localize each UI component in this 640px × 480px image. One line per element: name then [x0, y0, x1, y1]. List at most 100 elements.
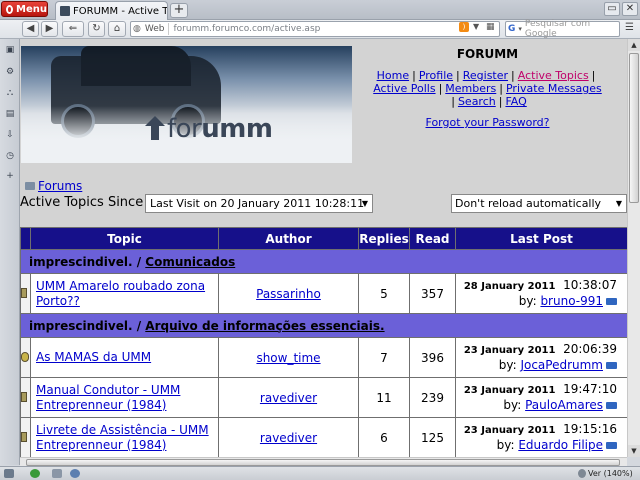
topic-status-cell: [20, 377, 31, 418]
bookmarks-icon[interactable]: ▣: [5, 45, 15, 55]
forum-title: FORUMM: [456, 47, 519, 61]
vertical-scroll-thumb[interactable]: [629, 53, 639, 203]
opera-menu-button[interactable]: Menu: [1, 1, 48, 17]
panel-toggle-icon[interactable]: ☰: [625, 22, 638, 36]
read-cell: 125: [409, 417, 456, 457]
downloads-icon[interactable]: ⇩: [5, 130, 15, 140]
side-panel-bar: ▣ ⚙ ⛬ ▤ ⇩ ◷ +: [0, 39, 20, 465]
topic-link[interactable]: UMM Amarelo roubado zona Porto??: [36, 279, 205, 308]
author-link[interactable]: ravediver: [260, 391, 317, 405]
back-button[interactable]: ◀: [22, 21, 39, 37]
address-toolbar: ◀ ▶ ⇐ ↻ ⌂ ◍ Web forumm.forumco.com/activ…: [0, 19, 640, 39]
replies-cell: 11: [358, 377, 410, 418]
add-panel-icon[interactable]: +: [5, 171, 15, 181]
page-content: forumm FORUMM Home | Profile | Register | Acti…: [20, 39, 627, 457]
chevron-down-icon: ▼: [615, 199, 622, 208]
go-to-last-post-icon[interactable]: [606, 442, 617, 449]
chevron-down-icon: ▼: [361, 199, 368, 208]
last-post-time: 20:06:39: [563, 342, 617, 356]
address-separator: [168, 23, 170, 35]
topic-cell: UMM Amarelo roubado zona Porto??: [30, 273, 219, 314]
topic-folder-icon: [21, 392, 27, 402]
topic-folder-icon: [21, 288, 27, 298]
notes-icon[interactable]: ▤: [5, 109, 15, 119]
forward-button[interactable]: ▶: [41, 21, 58, 37]
turbo-icon[interactable]: [30, 469, 40, 478]
speed-dial-icon[interactable]: ▦: [486, 22, 495, 32]
forgot-password-link[interactable]: Forgot your Password?: [426, 116, 550, 129]
scroll-up-icon[interactable]: ▲: [628, 39, 640, 51]
unite-icon[interactable]: ⛬: [5, 88, 15, 98]
nav-row-3: | Search | FAQ: [451, 95, 527, 108]
topic-status-cell: [20, 417, 31, 457]
nav-row-1: Home | Profile | Register | Active Topics |: [376, 69, 596, 82]
last-poster-link[interactable]: PauloAmares: [525, 398, 603, 412]
topic-link[interactable]: Livrete de Assistência - UMM Entreprenne…: [36, 423, 209, 452]
nav-faq-link[interactable]: FAQ: [505, 95, 526, 108]
go-to-last-post-icon[interactable]: [606, 362, 617, 369]
forum-link[interactable]: Arquivo de informações essenciais.: [145, 319, 384, 333]
widgets-icon[interactable]: ⚙: [5, 67, 15, 77]
auto-reload-value: Don't reload automatically: [455, 197, 602, 210]
table-row: UMM Amarelo roubado zona Porto?? Passarin…: [20, 273, 627, 314]
author-cell: Passarinho: [218, 273, 359, 314]
horizontal-scrollbar[interactable]: [20, 457, 627, 466]
author-cell: ravediver: [218, 377, 359, 418]
tab-forumm[interactable]: FORUMM - Active Top... ×: [55, 1, 168, 20]
author-cell: show_time: [218, 337, 359, 378]
panel-toggle-status-icon[interactable]: [4, 469, 14, 478]
last-post-cell: 28 January 2011 10:38:07 by: bruno-991: [455, 273, 627, 314]
vertical-scrollbar[interactable]: ▲ ▼: [627, 39, 640, 457]
topic-link[interactable]: Manual Condutor - UMM Entreprenneur (198…: [36, 383, 180, 412]
last-poster-link[interactable]: bruno-991: [540, 294, 603, 308]
rss-icon[interactable]: ): [459, 22, 469, 32]
forum-banner[interactable]: forumm: [21, 46, 352, 163]
new-tab-button[interactable]: +: [170, 3, 188, 18]
view-icon[interactable]: [70, 469, 80, 478]
author-link[interactable]: ravediver: [260, 431, 317, 445]
header-icon-col: [20, 227, 31, 250]
category-row: imprescindivel. / Comunicados: [20, 249, 627, 274]
engine-dropdown-icon[interactable]: ▾: [518, 25, 522, 33]
restore-icon[interactable]: ▭: [604, 2, 620, 16]
address-dropdown-icon[interactable]: ▼: [473, 22, 479, 31]
opera-logo-icon: [6, 4, 14, 14]
auto-reload-select[interactable]: Don't reload automatically ▼: [451, 194, 627, 213]
category-separator: /: [136, 318, 142, 333]
last-poster-link[interactable]: JocaPedrumm: [520, 358, 603, 372]
by-label: by:: [503, 398, 522, 412]
active-since-value: Last Visit on 20 January 2011 10:28:11: [150, 197, 365, 210]
topic-status-cell: [20, 273, 31, 314]
rewind-icon[interactable]: ⇐: [62, 21, 84, 37]
close-window-icon[interactable]: ✕: [622, 2, 638, 16]
forum-link[interactable]: Comunicados: [145, 255, 235, 269]
go-to-last-post-icon[interactable]: [606, 402, 617, 409]
zoom-level[interactable]: Ver (140%): [588, 469, 633, 478]
topic-status-cell: [20, 337, 31, 378]
read-cell: 357: [409, 273, 456, 314]
replies-cell: 7: [358, 337, 410, 378]
zoom-icon[interactable]: [578, 469, 586, 478]
author-link[interactable]: Passarinho: [256, 287, 321, 301]
go-to-last-post-icon[interactable]: [606, 298, 617, 305]
scroll-down-icon[interactable]: ▼: [628, 445, 640, 457]
active-since-select[interactable]: Last Visit on 20 January 2011 10:28:11 ▼: [145, 194, 373, 213]
search-field[interactable]: G ▾ Pesquisar com Google: [505, 19, 620, 39]
topic-link[interactable]: As MAMAS da UMM: [36, 350, 151, 364]
breadcrumb-forums-link[interactable]: Forums: [38, 179, 82, 193]
author-link[interactable]: show_time: [256, 351, 320, 365]
topic-folder-icon: [21, 432, 27, 442]
horizontal-scroll-thumb[interactable]: [26, 459, 620, 466]
home-icon[interactable]: ⌂: [108, 21, 126, 37]
topic-cell: As MAMAS da UMM: [30, 337, 219, 378]
last-post-time: 19:47:10: [563, 382, 617, 396]
window-controls: ▭ ✕: [602, 0, 640, 18]
reload-icon[interactable]: ↻: [88, 21, 105, 37]
table-row: Manual Condutor - UMM Entreprenneur (198…: [20, 377, 627, 418]
history-icon[interactable]: ◷: [5, 151, 15, 161]
unite-status-icon[interactable]: [52, 469, 62, 478]
nav-search-link[interactable]: Search: [458, 95, 496, 108]
last-poster-link[interactable]: Eduardo Filipe: [518, 438, 603, 452]
address-field[interactable]: ◍ Web forumm.forumco.com/active.asp: [130, 21, 500, 37]
breadcrumb: Forums: [25, 179, 82, 193]
